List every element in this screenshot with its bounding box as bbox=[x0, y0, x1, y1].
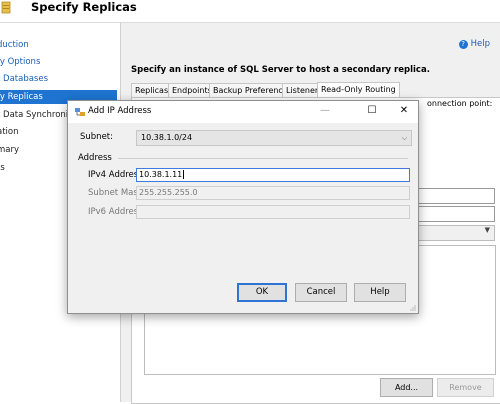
ipv6-address-input bbox=[136, 205, 410, 219]
ipv6-label: IPv6 Address bbox=[88, 207, 143, 217]
nav-item-select-databases[interactable]: t Databases bbox=[0, 72, 48, 86]
minimize-button[interactable]: — bbox=[314, 103, 336, 119]
maximize-button[interactable]: ☐ bbox=[361, 103, 383, 119]
nav-item-summary: mary bbox=[0, 145, 20, 155]
nav-item-specify-options[interactable]: fy Options bbox=[0, 55, 40, 69]
help-button[interactable]: Help bbox=[354, 283, 406, 302]
subnet-value: 10.38.1.0/24 bbox=[141, 133, 193, 142]
nav-item-introduction[interactable]: duction bbox=[0, 38, 29, 52]
chevron-down-icon: ⌵ bbox=[401, 134, 407, 142]
ipv4-value: 10.38.1.11 bbox=[139, 170, 183, 179]
network-icon bbox=[75, 108, 85, 116]
nav-item-results: ts bbox=[0, 163, 5, 173]
add-ip-button[interactable]: Add... bbox=[380, 378, 433, 397]
address-group-label: Address bbox=[78, 153, 112, 163]
help-link[interactable]: ? Help bbox=[458, 39, 490, 49]
nav-item-validation: ation bbox=[0, 127, 19, 137]
subnet-mask-input: 255.255.255.0 bbox=[136, 186, 410, 200]
add-ip-dialog: Add IP Address — ☐ ✕ Subnet: 10.38.1.0/2… bbox=[67, 100, 419, 314]
page-title: Specify Replicas bbox=[31, 0, 137, 14]
address-group-divider bbox=[118, 158, 408, 159]
chevron-down-icon: ▼ bbox=[484, 226, 490, 234]
wizard-icon bbox=[1, 1, 11, 14]
listener-port-field[interactable] bbox=[417, 206, 495, 222]
resize-grip-icon[interactable] bbox=[410, 305, 416, 311]
close-button[interactable]: ✕ bbox=[393, 103, 415, 119]
subnet-label: Subnet: bbox=[80, 132, 113, 142]
cancel-button[interactable]: Cancel bbox=[295, 283, 347, 302]
dialog-titlebar[interactable]: Add IP Address — ☐ ✕ bbox=[68, 101, 418, 123]
network-mode-dropdown[interactable]: ▼ bbox=[417, 225, 495, 241]
help-link-label[interactable]: Help bbox=[471, 39, 490, 49]
ipv4-address-input[interactable]: 10.38.1.11 bbox=[136, 168, 410, 182]
listener-connection-label: onnection point: bbox=[427, 99, 493, 108]
tab-read-only-routing[interactable]: Read-Only Routing bbox=[317, 82, 400, 98]
subnet-dropdown[interactable]: 10.38.1.0/24 ⌵ bbox=[136, 130, 412, 146]
tab-replicas[interactable]: Replicas bbox=[131, 83, 173, 97]
subnet-mask-label: Subnet Mask bbox=[88, 188, 143, 198]
page-subtitle: Specify an instance of SQL Server to hos… bbox=[131, 65, 430, 75]
listener-dns-field[interactable] bbox=[417, 188, 495, 204]
dialog-title: Add IP Address bbox=[88, 106, 152, 116]
help-icon: ? bbox=[458, 40, 468, 49]
ok-button[interactable]: OK bbox=[237, 283, 287, 302]
remove-ip-button: Remove bbox=[437, 378, 494, 397]
text-cursor bbox=[183, 170, 185, 179]
